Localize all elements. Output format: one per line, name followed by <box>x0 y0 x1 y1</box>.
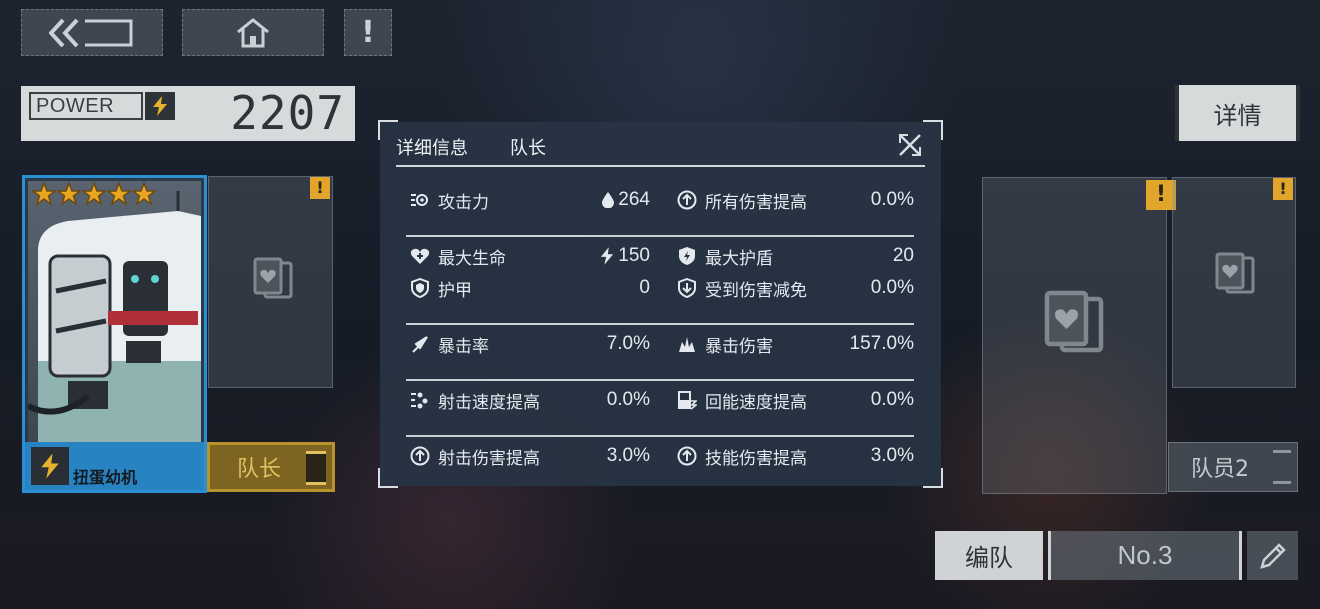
stat-label: 最大护盾 <box>705 248 773 269</box>
double-chevron-back-icon <box>49 18 133 47</box>
back-button[interactable] <box>21 9 163 56</box>
stat-label: 攻击力 <box>438 192 489 213</box>
stat-label: 所有伤害提高 <box>705 192 807 213</box>
card-icon <box>1215 252 1255 294</box>
stat-label: 护甲 <box>438 280 472 301</box>
member2-label: 队员2 <box>1191 457 1249 482</box>
stat-label: 射击速度提高 <box>438 392 540 413</box>
attack-icon <box>410 190 430 210</box>
edit-team-button[interactable] <box>1247 531 1298 580</box>
team-number-selector[interactable]: No.3 <box>1048 531 1242 580</box>
drop-icon <box>602 192 615 208</box>
member-slot[interactable]: ! <box>982 177 1176 494</box>
stat-crit-damage: 暴击伤害 157.0% <box>677 332 914 357</box>
stat-value: 0.0% <box>606 389 650 410</box>
pencil-icon <box>1259 542 1286 569</box>
stat-value: 0.0% <box>870 277 914 298</box>
stat-label: 射击伤害提高 <box>438 448 540 469</box>
star-icon <box>57 182 81 206</box>
star-rating <box>32 182 156 206</box>
stat-value: 7.0% <box>606 333 650 354</box>
power-display: POWER 2207 <box>21 86 355 141</box>
leader-role-tag: 队长 <box>207 442 335 492</box>
home-button[interactable] <box>182 9 324 56</box>
tab-detail-info[interactable]: 详细信息 <box>396 134 468 160</box>
lightning-icon <box>31 447 69 485</box>
stat-value: 157.0% <box>849 333 914 354</box>
warning-badge: ! <box>1273 178 1293 200</box>
stat-crit-rate: 暴击率 7.0% <box>410 332 650 357</box>
leader-nameplate: 扭蛋幼机 <box>25 442 204 490</box>
leader-name: 扭蛋幼机 <box>73 468 138 487</box>
stat-label: 回能速度提高 <box>705 392 807 413</box>
empty-member-slot[interactable]: ! <box>208 176 333 388</box>
stat-value: 0 <box>639 277 650 298</box>
tab-leader[interactable]: 队长 <box>510 134 546 160</box>
flame-icon <box>677 334 697 354</box>
card-icon <box>1044 290 1104 353</box>
details-button[interactable]: 详情 <box>1175 85 1300 141</box>
leader-card[interactable]: 扭蛋幼机 <box>22 175 207 493</box>
leader-portrait <box>28 181 201 443</box>
warning-badge: ! <box>310 177 330 199</box>
stat-fire-rate-up: 射击速度提高 0.0% <box>410 388 650 413</box>
leader-role-label: 队长 <box>236 457 281 482</box>
card-icon <box>253 257 293 299</box>
star-icon <box>82 182 106 206</box>
stat-value: 264 <box>618 189 650 210</box>
alert-label: ! <box>361 15 375 50</box>
power-label: POWER <box>29 92 143 120</box>
star-icon <box>107 182 131 206</box>
stat-energy-regen-up: 回能速度提高 0.0% <box>677 388 914 413</box>
stat-value: 150 <box>618 245 650 266</box>
stat-label: 技能伤害提高 <box>705 448 807 469</box>
close-icon[interactable] <box>897 132 923 158</box>
member2-role-tag: 队员2 <box>1168 442 1298 492</box>
stat-value: 3.0% <box>870 445 914 466</box>
section-divider <box>406 379 914 381</box>
stat-max-hp: 最大生命 150 <box>410 244 650 269</box>
shield-reduction-icon <box>677 278 697 298</box>
stat-max-shield: 最大护盾 20 <box>677 244 914 269</box>
header-divider <box>396 165 925 167</box>
section-divider <box>406 235 914 237</box>
stat-label: 暴击率 <box>438 336 489 357</box>
shield-bolt-icon <box>677 246 697 266</box>
section-divider <box>406 323 914 325</box>
detail-info-dialog: 详细信息 队长 攻击力 264 所有伤害提高 0.0% 最大生命 150 最大护… <box>378 120 943 488</box>
stat-skill-damage-up: 技能伤害提高 3.0% <box>677 444 914 469</box>
bullets-icon <box>410 390 430 410</box>
section-divider <box>406 435 914 437</box>
stat-attack: 攻击力 264 <box>410 188 650 213</box>
power-value: 2207 <box>230 86 345 140</box>
heart-plus-icon <box>410 246 430 266</box>
lightning-icon <box>145 92 175 120</box>
stat-value: 20 <box>892 245 914 266</box>
stat-label: 受到伤害减免 <box>705 280 807 301</box>
arrow-up-circle-icon <box>677 190 697 210</box>
member-slot-2[interactable]: ! <box>1172 177 1296 388</box>
stat-value: 0.0% <box>870 389 914 410</box>
stat-label: 最大生命 <box>438 248 506 269</box>
shield-icon <box>410 278 430 298</box>
star-icon <box>32 182 56 206</box>
arrow-up-circle-icon <box>410 446 430 466</box>
stat-all-damage-up: 所有伤害提高 0.0% <box>677 188 914 213</box>
arrow-up-circle-icon <box>677 446 697 466</box>
stat-value: 3.0% <box>606 445 650 466</box>
stat-label: 暴击伤害 <box>705 336 773 357</box>
crit-arrow-icon <box>410 334 430 354</box>
stat-damage-reduction: 受到伤害减免 0.0% <box>677 276 914 301</box>
alert-button[interactable]: ! <box>344 9 392 56</box>
team-label: 编队 <box>935 531 1043 580</box>
stat-armor: 护甲 0 <box>410 276 650 301</box>
lightning-icon <box>601 247 614 265</box>
hourglass-battery-icon <box>677 390 697 410</box>
home-icon <box>237 17 269 47</box>
star-icon <box>132 182 156 206</box>
stat-value: 0.0% <box>870 189 914 210</box>
stat-shot-damage-up: 射击伤害提高 3.0% <box>410 444 650 469</box>
